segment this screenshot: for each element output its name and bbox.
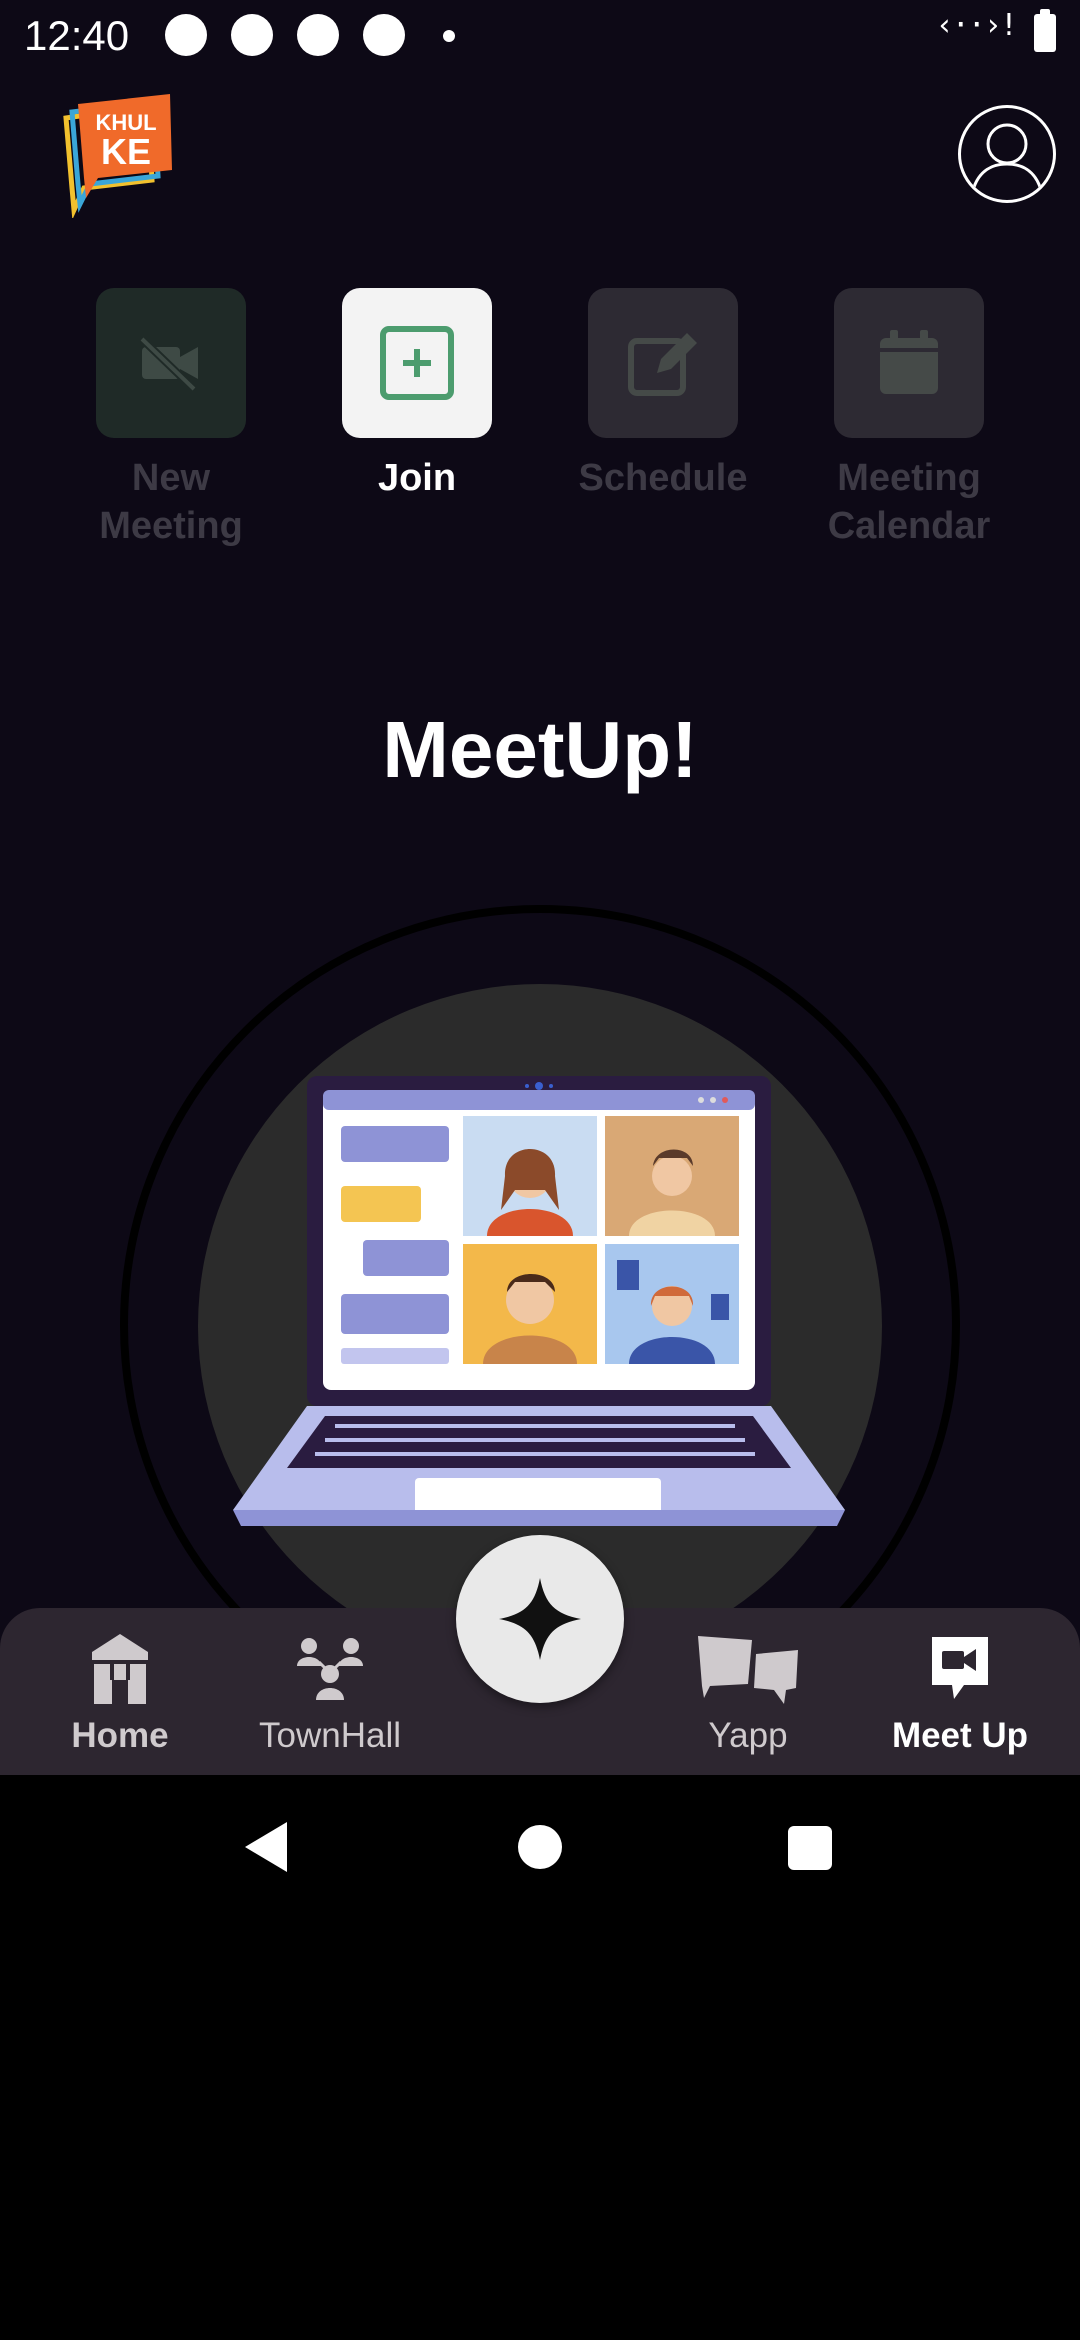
schedule-button[interactable]: Schedule: [553, 288, 773, 502]
wifi-icon: ‹··›!: [935, 8, 1018, 43]
battery-icon: [1034, 9, 1056, 52]
new-meeting-button[interactable]: New Meeting: [61, 288, 281, 550]
nav-yapp-label: Yapp: [708, 1716, 788, 1755]
home-icon: [10, 1628, 230, 1708]
profile-button[interactable]: [958, 105, 1056, 203]
status-bar: 12:40 ‹··›!: [0, 0, 1080, 72]
new-meeting-label: New Meeting: [99, 457, 243, 547]
nav-meet-up-label: Meet Up: [891, 1716, 1029, 1755]
nav-yapp[interactable]: Yapp: [638, 1628, 858, 1758]
meeting-actions: New Meeting Join Schedule Meeting Calend…: [0, 288, 1080, 588]
notification-icon: [231, 14, 273, 56]
nav-home[interactable]: Home: [10, 1628, 230, 1758]
notification-icon: [363, 14, 405, 56]
status-time: 12:40: [24, 12, 130, 59]
app-screen: 12:40 ‹··›! KHUL KE New Meeting Join Sch…: [0, 0, 1080, 1775]
schedule-label: Schedule: [578, 457, 748, 499]
four-point-star-icon: [499, 1578, 581, 1660]
page-title: MeetUp!: [382, 705, 698, 794]
nav-townhall-label: TownHall: [259, 1716, 401, 1755]
people-icon: [220, 1628, 440, 1708]
home-circle-icon[interactable]: [518, 1825, 562, 1869]
nav-townhall[interactable]: TownHall: [220, 1628, 440, 1758]
back-icon[interactable]: [245, 1822, 287, 1872]
plus-square-icon: [342, 288, 492, 438]
calendar-icon: [834, 288, 984, 438]
app-logo: KHUL KE: [60, 92, 180, 220]
notification-icon: [297, 14, 339, 56]
recents-icon[interactable]: [788, 1826, 832, 1870]
video-off-icon: [96, 288, 246, 438]
meeting-calendar-button[interactable]: Meeting Calendar: [799, 288, 1019, 550]
center-action-button[interactable]: [456, 1535, 624, 1703]
nav-meet-up[interactable]: Meet Up: [850, 1628, 1070, 1758]
user-icon: [971, 123, 1043, 191]
edit-calendar-icon: [588, 288, 738, 438]
logo-text-bottom: KE: [101, 131, 151, 172]
video-meeting-illustration: [225, 1070, 855, 1540]
chat-bubbles-icon: [638, 1628, 858, 1708]
join-label: Join: [377, 457, 457, 499]
notification-icon: [165, 14, 207, 56]
video-chat-icon: [850, 1628, 1070, 1708]
more-notifications-icon: [443, 30, 455, 42]
nav-home-label: Home: [71, 1716, 169, 1755]
meeting-calendar-label: Meeting Calendar: [827, 457, 991, 547]
join-button[interactable]: Join: [307, 288, 527, 502]
